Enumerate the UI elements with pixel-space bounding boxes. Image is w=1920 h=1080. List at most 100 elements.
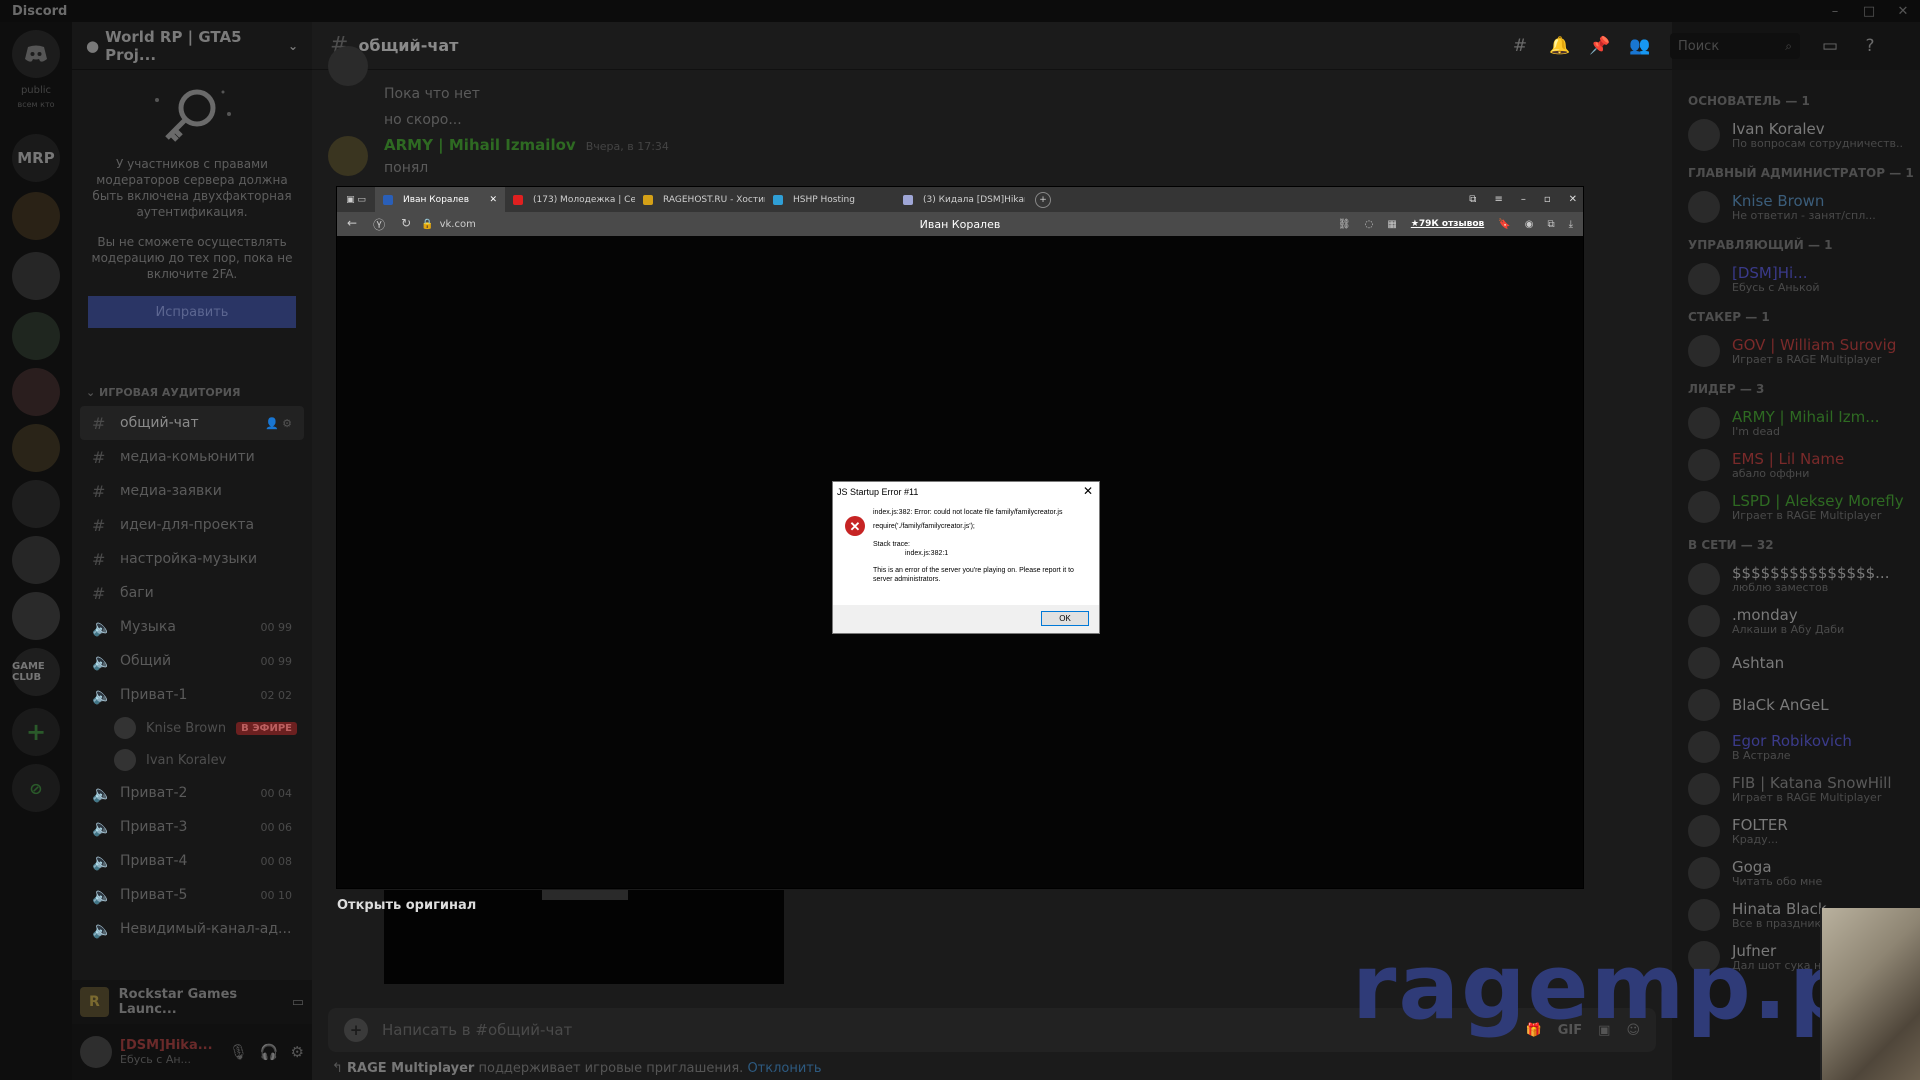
alice-icon[interactable]: ◉ — [1525, 219, 1534, 230]
member-item[interactable]: Ashtan — [1688, 642, 1920, 684]
dialog-close-icon[interactable]: ✕ — [1083, 484, 1093, 498]
voice-channel-private-2[interactable]: 🔈 Приват-2 00 04 — [80, 776, 304, 810]
member-item[interactable]: EMS | Lil Name абало оффни — [1688, 444, 1920, 486]
open-original-link[interactable]: Открыть оригинал — [337, 898, 476, 913]
browser-tab[interactable]: HSHP Hosting — [765, 187, 895, 212]
avatar[interactable] — [328, 136, 368, 176]
browser-tab[interactable]: (3) Кидала [DSM]Hikanius — [895, 187, 1025, 212]
server-item[interactable] — [12, 192, 60, 240]
member-item[interactable]: LSPD | Aleksey Morefly Играет в RAGE Mult… — [1688, 486, 1920, 528]
member-item[interactable]: Goga Читать обо мне — [1688, 852, 1920, 894]
server-header[interactable]: ● World RP | GTA5 Proj... ⌄ — [72, 22, 312, 70]
add-server-icon[interactable]: + — [12, 708, 60, 756]
voice-user[interactable]: Knise Brown В ЭФИРЕ — [72, 712, 312, 744]
maximize-icon[interactable]: □ — [1852, 0, 1886, 22]
fix-2fa-button[interactable]: Исправить — [88, 296, 296, 328]
collections-icon[interactable]: ⧉ — [1469, 194, 1476, 205]
inbox-icon[interactable]: ▭ — [1810, 36, 1850, 56]
server-item[interactable] — [12, 536, 60, 584]
restore-icon[interactable]: ▫ — [1544, 194, 1551, 205]
tabs-icon[interactable]: ⧉ — [1547, 219, 1554, 230]
screen-icon[interactable]: ▭ — [292, 995, 304, 1010]
voice-channel-music[interactable]: 🔈 Музыка 00 99 — [80, 610, 304, 644]
member-item[interactable]: BlaCk AnGeL — [1688, 684, 1920, 726]
channel-media-requests[interactable]: # медиа-заявки — [80, 474, 304, 508]
server-item[interactable] — [12, 252, 60, 300]
new-tab-icon[interactable]: + — [1035, 191, 1051, 208]
member-item[interactable]: FIB | Katana SnowHill Играет в RAGE Multi… — [1688, 768, 1920, 810]
voice-channel-private-3[interactable]: 🔈 Приват-3 00 06 — [80, 810, 304, 844]
browser-tab[interactable]: RAGEHOST.RU - Хостинг и — [635, 187, 765, 212]
microphone-icon[interactable]: 🎙 — [229, 1043, 248, 1061]
voice-channel-private-4[interactable]: 🔈 Приват-4 00 08 — [80, 844, 304, 878]
add-attachment-icon[interactable]: + — [344, 1018, 368, 1042]
header-toolbar: # 🔔 📌 👥 Поиск ⌕ ▭ ? — [1500, 22, 1890, 70]
minimize-icon[interactable]: – — [1818, 0, 1852, 22]
channel-music-settings[interactable]: # настройка-музыки — [80, 542, 304, 576]
tab-close-icon[interactable]: ✕ — [489, 195, 497, 205]
server-item[interactable] — [12, 312, 60, 360]
chat-icon[interactable]: ◌ — [1365, 219, 1374, 230]
member-item[interactable]: Egor Robikovich В Астрале — [1688, 726, 1920, 768]
explore-servers-icon[interactable]: ⊘ — [12, 764, 60, 812]
members-icon[interactable]: 👥 — [1620, 36, 1660, 56]
channel-ideas[interactable]: # идеи-для-проекта — [80, 508, 304, 542]
server-item[interactable] — [12, 592, 60, 640]
channel-obshchiy-chat[interactable]: # общий-чат 👤 ⚙ — [80, 406, 304, 440]
member-item[interactable]: .monday Алкаши в Абу Даби — [1688, 600, 1920, 642]
member-item[interactable]: GOV | William Surovig Играет в RAGE Multi… — [1688, 330, 1920, 372]
server-item[interactable] — [12, 368, 60, 416]
browser-tab[interactable]: (173) Молодежка | Сезон — [505, 187, 635, 212]
browser-menu-icon[interactable]: ▣ ▭ — [337, 195, 375, 205]
discord-home-icon[interactable] — [12, 30, 60, 78]
member-item[interactable]: [DSM]Hi... Ебусь с Анькой — [1688, 258, 1920, 300]
activity-panel[interactable]: R Rockstar Games Launc... ▭ — [72, 980, 312, 1024]
member-item[interactable]: FOLTER Краду... — [1688, 810, 1920, 852]
server-item-public[interactable]: public всем кто — [0, 84, 72, 112]
close-icon[interactable]: ✕ — [1886, 0, 1920, 22]
channel-settings-icons[interactable]: 👤 ⚙ — [265, 417, 292, 430]
dismiss-link[interactable]: Отклонить — [747, 1061, 821, 1076]
help-icon[interactable]: ? — [1850, 36, 1890, 56]
voice-channel-private-1[interactable]: 🔈 Приват-1 02 02 — [80, 678, 304, 712]
member-item[interactable]: Ivan Koralev По вопросам сотрудничеств... — [1688, 114, 1920, 156]
channel-media-community[interactable]: # медиа-комьюнити — [80, 440, 304, 474]
browser-tab[interactable]: Иван Коралев ✕ — [375, 187, 505, 212]
threads-icon[interactable]: # — [1500, 36, 1540, 56]
close-icon[interactable]: ✕ — [1569, 194, 1577, 205]
member-item[interactable]: $$$$$$$$$$$$$$$... люблю заместов — [1688, 558, 1920, 600]
headphones-icon[interactable]: 🎧 — [260, 1043, 279, 1061]
voice-channel-private-5[interactable]: 🔈 Приват-5 00 10 — [80, 878, 304, 912]
voice-user[interactable]: Ivan Koralev — [72, 744, 312, 776]
download-icon[interactable]: ⤓ — [1569, 219, 1573, 230]
server-item[interactable] — [12, 480, 60, 528]
back-icon[interactable]: ← — [347, 216, 357, 233]
server-item[interactable] — [12, 424, 60, 472]
bookmark-icon[interactable]: 🔖 — [1498, 219, 1510, 230]
image-lightbox[interactable]: ▣ ▭ Иван Коралев ✕ (173) Молодежка | Сезо… — [337, 187, 1583, 888]
voice-channel-general[interactable]: 🔈 Общий 00 99 — [80, 644, 304, 678]
menu-icon[interactable]: ≡ — [1494, 194, 1502, 205]
minimize-icon[interactable]: – — [1521, 194, 1526, 205]
server-item-gameclub[interactable]: GAME CLUB — [12, 648, 60, 696]
message-author[interactable]: ARMY | Mihail Izmailov — [384, 136, 576, 154]
extension-icon[interactable]: ▦ — [1387, 219, 1396, 230]
member-item[interactable]: ARMY | Mihail Izm... I'm dead — [1688, 402, 1920, 444]
reviews-badge[interactable]: ★79К отзывов — [1411, 219, 1484, 229]
url-text[interactable]: vk.com — [440, 219, 476, 230]
gear-icon[interactable]: ⚙ — [291, 1043, 304, 1061]
search-input[interactable]: Поиск ⌕ — [1670, 33, 1800, 59]
ok-button[interactable]: OK — [1041, 611, 1089, 626]
reload-icon[interactable]: ↻ — [401, 216, 411, 233]
server-item-mrp[interactable]: MRP — [12, 134, 60, 182]
category-header[interactable]: ⌄ ИГРОВАЯ АУДИТОРИЯ — [78, 386, 248, 399]
pin-icon[interactable]: 📌 — [1580, 36, 1620, 56]
bell-icon[interactable]: 🔔 — [1540, 36, 1580, 56]
avatar[interactable] — [80, 1036, 112, 1068]
member-item[interactable]: Knise Brown Не ответил - занят/спл... — [1688, 186, 1920, 228]
channel-bugs[interactable]: # баги — [80, 576, 304, 610]
yandex-icon[interactable]: Ⓨ — [373, 216, 385, 233]
link-icon[interactable]: ⛓ — [1338, 219, 1351, 230]
voice-channel-invisible[interactable]: 🔈 Невидимый-канал-ад... — [80, 912, 304, 946]
avatar[interactable] — [328, 46, 368, 86]
